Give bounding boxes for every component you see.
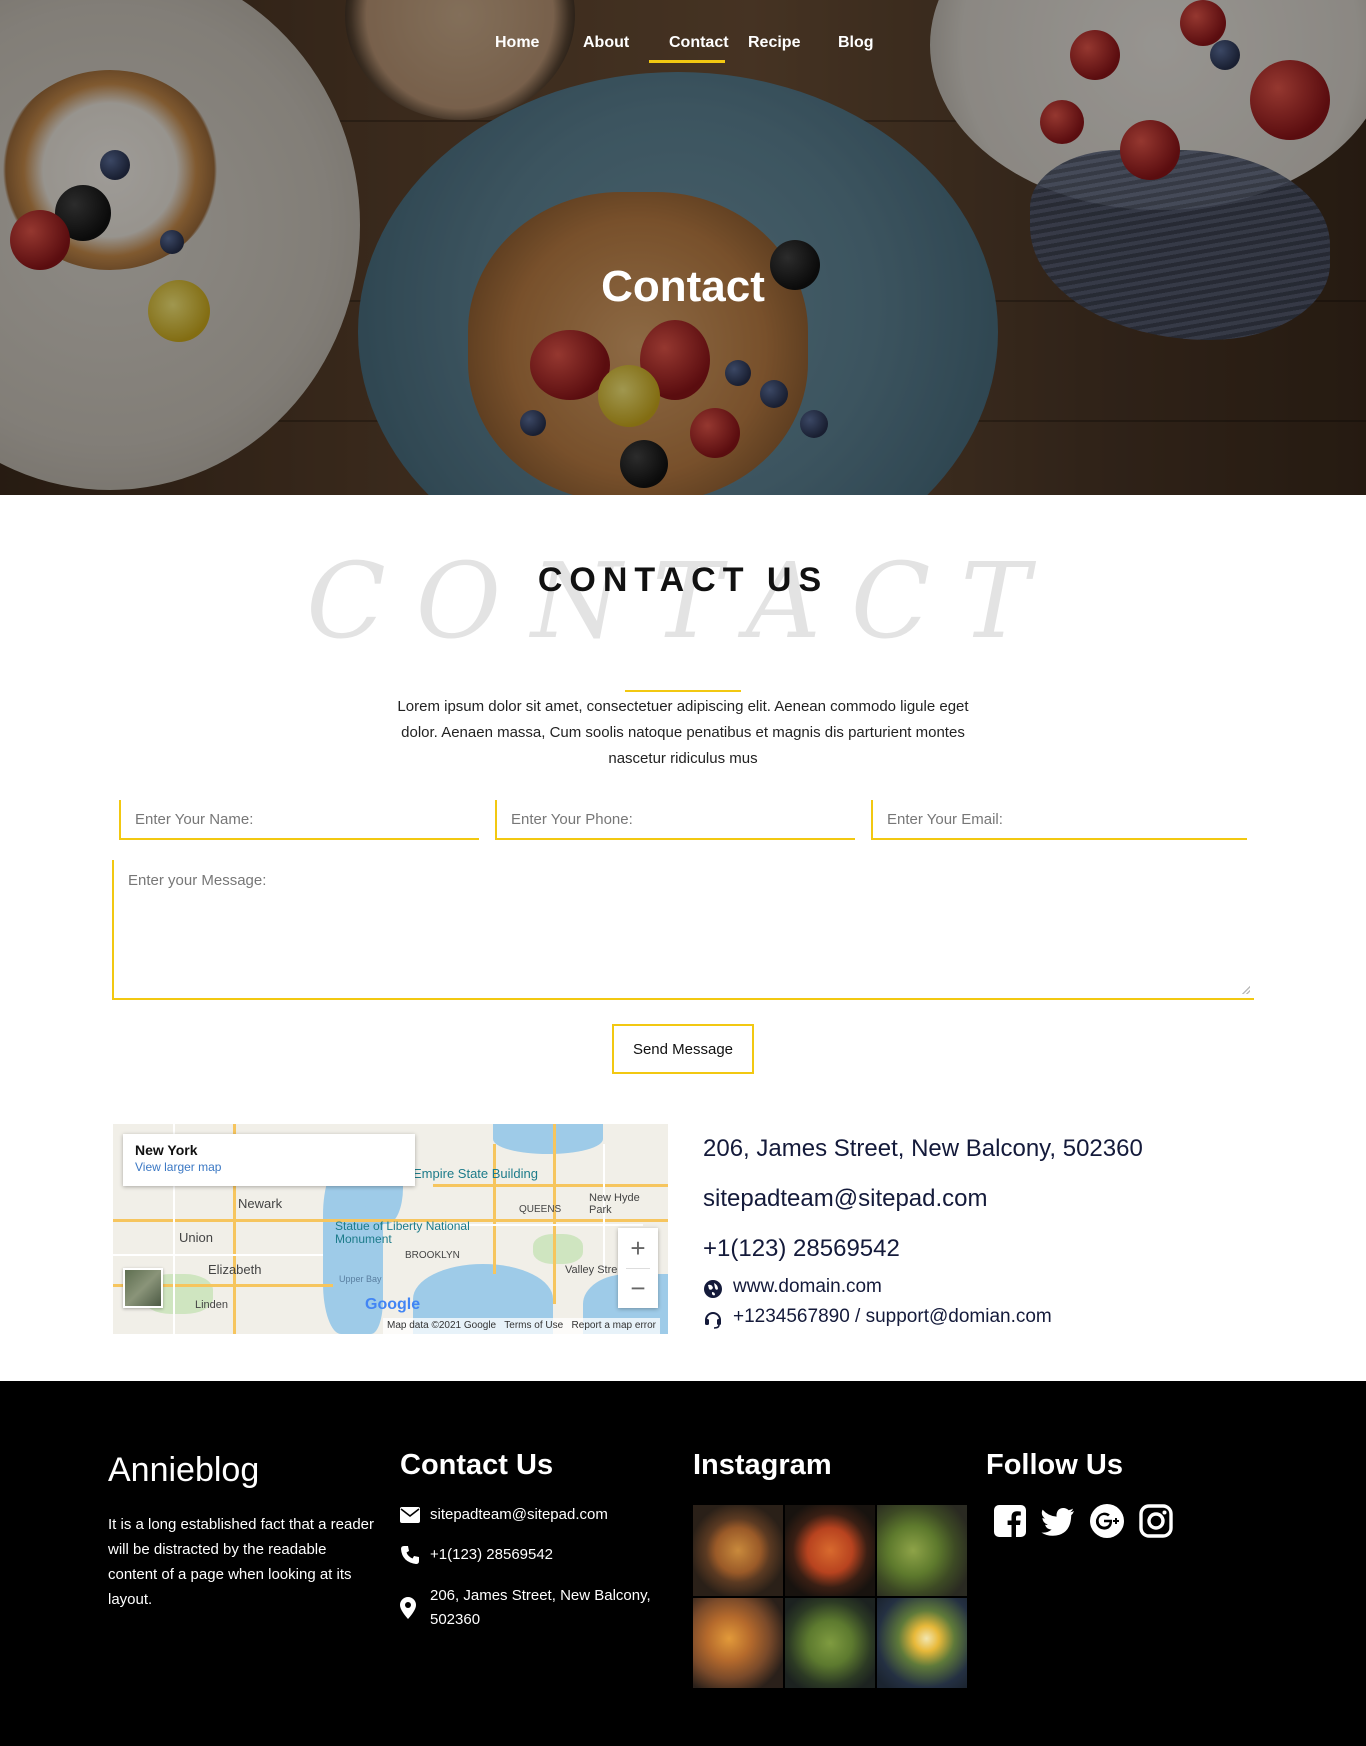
google-plus-icon[interactable]: [1089, 1503, 1125, 1539]
map-label: Union: [179, 1230, 213, 1245]
map-city-name: New York: [135, 1142, 198, 1158]
map-park: [533, 1234, 583, 1264]
phone-input[interactable]: [497, 800, 855, 838]
map-zoom-control: + −: [618, 1228, 658, 1308]
phone-field-wrapper: [495, 800, 855, 840]
background-script-word: CONTACT: [306, 540, 1060, 662]
footer-follow-heading: Follow Us: [986, 1449, 1123, 1481]
nav-active-underline: [649, 60, 725, 63]
map-label: Upper Bay: [339, 1274, 382, 1284]
terms-of-use-link[interactable]: Terms of Use: [504, 1320, 563, 1331]
map-attribution: Map data ©2021 Google Terms of Use Repor…: [383, 1318, 661, 1334]
resize-grip-icon[interactable]: [1242, 986, 1250, 994]
map-highway: [493, 1144, 496, 1274]
message-textarea[interactable]: [114, 860, 1254, 998]
message-field-wrapper: [112, 860, 1254, 1000]
footer-about-text: It is a long established fact that a rea…: [108, 1516, 374, 1608]
footer-phone[interactable]: +1(123) 28569542: [430, 1543, 553, 1567]
nav-about[interactable]: About: [583, 34, 629, 52]
view-larger-map-link[interactable]: View larger map: [135, 1160, 403, 1174]
report-map-error-link[interactable]: Report a map error: [572, 1320, 656, 1331]
footer-brand[interactable]: Annieblog: [108, 1451, 259, 1490]
map-label: Valley Stre: [565, 1264, 618, 1276]
nav-blog[interactable]: Blog: [838, 34, 874, 52]
site-footer: Annieblog It is a long established fact …: [0, 1381, 1366, 1746]
title-accent-bar: [625, 690, 741, 692]
instagram-photo[interactable]: [785, 1505, 875, 1596]
nav-recipe[interactable]: Recipe: [748, 34, 800, 52]
contact-address: 206, James Street, New Balcony, 502360: [703, 1135, 1143, 1162]
map-data-credit: Map data ©2021 Google: [387, 1320, 497, 1331]
phone-icon: [401, 1546, 419, 1564]
google-logo: Google: [365, 1296, 421, 1313]
map-poi-empire-state[interactable]: Empire State Building: [413, 1166, 538, 1181]
footer-email[interactable]: sitepadteam@sitepad.com: [430, 1503, 608, 1527]
footer-contact-heading: Contact Us: [400, 1449, 554, 1481]
globe-icon: [704, 1280, 722, 1298]
hero-title: Contact: [601, 262, 765, 311]
map-road: [113, 1254, 323, 1256]
hero-banner: Home About Contact Recipe Blog Contact: [0, 0, 1366, 495]
map-label: Newark: [238, 1196, 283, 1211]
envelope-icon: [400, 1507, 420, 1523]
map-label: Elizabeth: [208, 1262, 262, 1277]
nav-home[interactable]: Home: [495, 34, 539, 52]
map-water: [493, 1124, 603, 1154]
facebook-icon[interactable]: [992, 1503, 1028, 1539]
map-info-card: New York View larger map: [123, 1134, 415, 1186]
name-field-wrapper: [119, 800, 479, 840]
map-highway: [433, 1184, 668, 1187]
zoom-in-button[interactable]: +: [618, 1228, 658, 1268]
instagram-gallery: [693, 1505, 967, 1688]
email-field-wrapper: [871, 800, 1247, 840]
map-pin-icon: [400, 1597, 416, 1619]
footer-instagram-heading: Instagram: [693, 1449, 832, 1481]
twitter-icon[interactable]: [1040, 1503, 1076, 1539]
map-label: New Hyde Park: [589, 1192, 640, 1216]
footer-address: 206, James Street, New Balcony, 502360: [430, 1587, 651, 1628]
map-label: BROOKLYN: [405, 1250, 460, 1261]
hero-overlay: [0, 0, 1366, 495]
instagram-icon[interactable]: [1138, 1503, 1174, 1539]
map-poi-statue-of-liberty[interactable]: Statue of Liberty National Monument: [335, 1220, 475, 1246]
headset-icon: [705, 1312, 721, 1329]
email-input[interactable]: [873, 800, 1247, 838]
map-label: Linden: [195, 1299, 229, 1311]
contact-phone[interactable]: +1(123) 28569542: [703, 1235, 900, 1263]
section-title: CONTACT US: [537, 561, 829, 599]
zoom-divider: [626, 1268, 650, 1269]
main-nav: Home About Contact Recipe Blog: [0, 30, 1366, 70]
nav-contact[interactable]: Contact: [669, 34, 729, 52]
instagram-photo[interactable]: [693, 1597, 783, 1688]
name-input[interactable]: [121, 800, 479, 838]
contact-support[interactable]: +1234567890 / support@domian.com: [733, 1306, 1052, 1328]
contact-email[interactable]: sitepadteam@sitepad.com: [703, 1185, 988, 1213]
instagram-photo[interactable]: [785, 1597, 875, 1688]
embedded-map[interactable]: Newark Union Elizabeth Linden QUEENS BRO…: [113, 1124, 668, 1334]
satellite-toggle-button[interactable]: [123, 1268, 163, 1308]
instagram-photo[interactable]: [877, 1505, 967, 1596]
instagram-photo[interactable]: [877, 1597, 967, 1688]
instagram-photo[interactable]: [693, 1505, 783, 1596]
map-label: QUEENS: [519, 1204, 562, 1215]
contact-website[interactable]: www.domain.com: [733, 1276, 882, 1298]
send-message-button[interactable]: Send Message: [612, 1024, 754, 1074]
zoom-out-button[interactable]: −: [618, 1268, 658, 1308]
section-description: Lorem ipsum dolor sit amet, consectetuer…: [397, 698, 969, 767]
